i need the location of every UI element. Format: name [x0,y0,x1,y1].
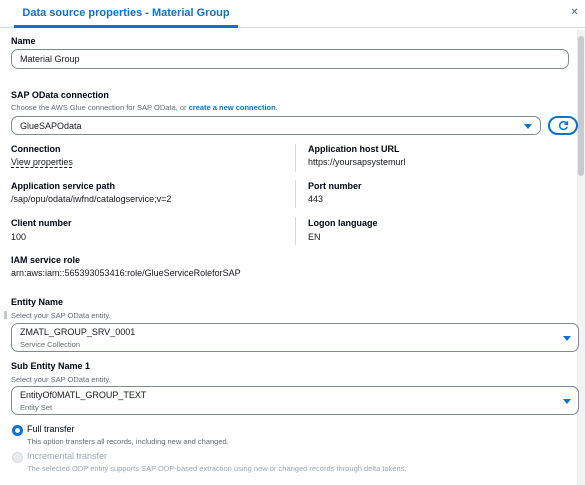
caret-down-icon [563,336,571,341]
panel-tab-bar: Data source properties - Material Group … [0,0,585,28]
port-value: 443 [308,194,324,204]
sub-entity-description: Select your SAP OData entity. [11,375,111,384]
incremental-transfer-radio[interactable] [12,452,23,463]
connection-label: Connection [11,144,61,154]
full-transfer-radio[interactable] [12,425,23,436]
full-transfer-description: This option transfers all records, inclu… [27,437,229,446]
entity-name-selected: ZMATL_GROUP_SRV_0001 [20,327,136,337]
port-label: Port number [308,181,362,191]
app-host-value: https://yoursapsystemurl [308,157,406,167]
service-path-value: /sap/opu/odata/iwfnd/catalogservice;v=2 [11,194,172,204]
client-label: Client number [11,218,72,228]
incremental-transfer-description: The selected ODP entity supports SAP ODP… [27,464,407,473]
odata-connection-description-prefix: Choose the AWS Glue connection for SAP O… [11,103,189,112]
logon-label: Logon language [308,218,378,228]
incremental-transfer-label[interactable]: Incremental transfer [27,451,107,461]
app-host-label: Application host URL [308,144,400,154]
name-input[interactable]: Material Group [11,49,569,69]
full-transfer-label[interactable]: Full transfer [27,424,75,434]
odata-connection-select[interactable]: GlueSAPOdata [11,116,541,135]
scrollbar-thumb[interactable] [578,36,584,176]
odata-connection-description: Choose the AWS Glue connection for SAP O… [11,103,278,112]
drag-handle[interactable] [4,311,7,319]
odata-connection-label: SAP OData connection [11,90,109,100]
sub-entity-select[interactable]: EntityOf0MATL_GROUP_TEXT Entity Set [11,386,579,415]
name-label: Name [11,36,36,46]
caret-down-icon [563,399,571,404]
column-divider [295,180,296,208]
tab-data-source-properties[interactable]: Data source properties - Material Group [14,5,238,28]
caret-down-icon [524,124,532,129]
iam-role-value: arn:aws:iam::565393053416:role/GlueServi… [11,268,241,278]
entity-name-select[interactable]: ZMATL_GROUP_SRV_0001 Service Collection [11,323,579,352]
close-icon[interactable]: ✕ [569,7,580,18]
refresh-icon [559,121,569,131]
refresh-button[interactable] [548,116,578,135]
entity-name-description: Select your SAP OData entity. [11,311,111,320]
entity-name-selected-type: Service Collection [20,340,81,349]
sub-entity-selected: EntityOf0MATL_GROUP_TEXT [20,390,147,400]
sub-entity-selected-type: Entity Set [20,403,53,412]
sub-entity-label: Sub Entity Name 1 [11,361,91,371]
column-divider [295,144,296,172]
odata-connection-description-suffix: . [275,103,278,112]
client-value: 100 [11,232,27,242]
iam-role-label: IAM service role [11,255,81,265]
entity-name-label: Entity Name [11,297,64,307]
service-path-label: Application service path [11,181,116,191]
odata-connection-selected: GlueSAPOdata [20,121,82,131]
create-connection-link[interactable]: create a new connection [189,103,276,112]
logon-value: EN [308,232,321,242]
column-divider [295,217,296,245]
view-properties-link[interactable]: View properties [11,157,73,167]
